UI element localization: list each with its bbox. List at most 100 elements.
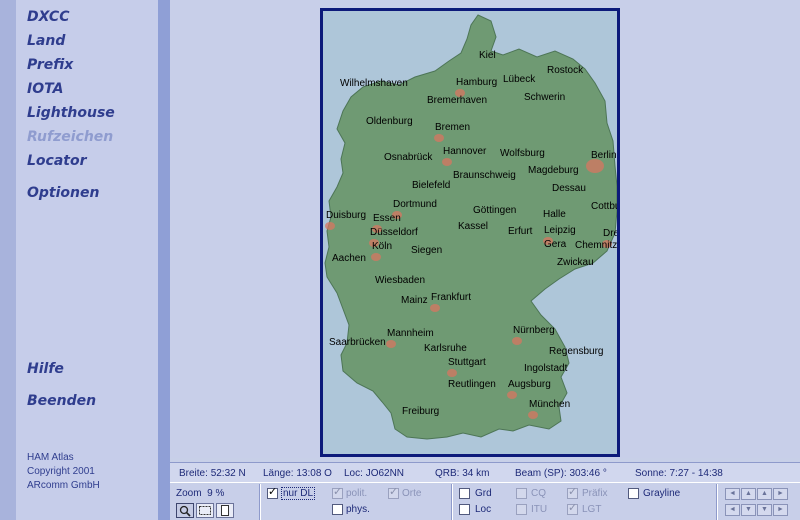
city-label: Essen (373, 213, 401, 224)
nav-dxcc[interactable]: DXCC (27, 9, 69, 25)
pan-right-button[interactable]: ► (773, 488, 788, 500)
pan-left-far-button[interactable]: ◄ (725, 504, 740, 516)
itu-label: ITU (531, 504, 548, 515)
nav-locator[interactable]: Locator (27, 153, 87, 169)
grayline-label[interactable]: Grayline (643, 488, 680, 499)
city-label: Nürnberg (513, 325, 555, 336)
city-label: Aachen (332, 253, 366, 264)
zoom-full-button[interactable] (216, 503, 234, 518)
nav-land[interactable]: Land (27, 33, 65, 49)
city-label: Bielefeld (412, 180, 450, 191)
city-label: Hannover (443, 146, 487, 157)
city-label: Cottbus (591, 201, 617, 212)
city-label: Göttingen (473, 205, 516, 216)
city-label: Braunschweig (453, 170, 516, 181)
city-label: Dortmund (393, 199, 437, 210)
status-bar: Breite: 52:32 N Länge: 13:08 O Loc: JO62… (170, 462, 800, 483)
city-label: Mainz (401, 295, 428, 306)
city-label: Köln (372, 241, 392, 252)
city-label: Leipzig (544, 225, 576, 236)
pan-up-far-button[interactable]: ▲ (757, 488, 772, 500)
urban-area (430, 304, 440, 312)
city-label: Bremerhaven (427, 95, 487, 106)
urban-area (528, 411, 538, 419)
city-label: Erfurt (508, 226, 533, 237)
city-label: München (529, 399, 570, 410)
footer-copyright: Copyright 2001 (27, 466, 95, 477)
pan-down-far-button[interactable]: ▼ (757, 504, 772, 516)
status-sun: Sonne: 7:27 - 14:38 (635, 468, 723, 479)
nur-dl-checkbox[interactable]: ✓ (267, 486, 278, 499)
city-label: Magdeburg (528, 165, 579, 176)
polit-checkbox: ✓ (332, 486, 343, 499)
city-label: Chemnitz (575, 240, 617, 251)
grd-label[interactable]: Grd (475, 488, 492, 499)
city-label: Oldenburg (366, 116, 413, 127)
city-label: Halle (543, 209, 566, 220)
footer-company: ARcomm GmbH (27, 480, 100, 491)
city-label: Karlsruhe (424, 343, 467, 354)
control-divider (452, 484, 453, 520)
select-area-icon (199, 506, 211, 515)
city-label: Kiel (479, 50, 496, 61)
urban-area (586, 159, 604, 173)
prefix-label: Präfix (582, 488, 608, 499)
map-controls: Zoom 9 % ✓ nur DL ✓ polit. ✓ Orte phys. … (170, 484, 800, 520)
loc-label[interactable]: Loc (475, 504, 491, 515)
magnifier-icon (179, 505, 191, 517)
status-beam: Beam (SP): 303:46 ° (515, 468, 607, 479)
polit-label: polit. (346, 488, 368, 499)
nav-hilfe[interactable]: Hilfe (27, 361, 64, 377)
urban-area (447, 369, 457, 377)
nav-lighthouse[interactable]: Lighthouse (27, 105, 115, 121)
urban-area (442, 158, 452, 166)
pan-left-button[interactable]: ◄ (725, 488, 740, 500)
zoom-magnifier-button[interactable] (176, 503, 194, 518)
phys-checkbox[interactable] (332, 504, 343, 515)
itu-checkbox (516, 504, 527, 515)
map-area: Kiel Rostock Lübeck Hamburg Wilhelmshaven Bre… (170, 0, 800, 458)
zoom-value: 9 % (207, 488, 225, 499)
phys-label[interactable]: phys. (346, 504, 370, 515)
urban-area (434, 134, 444, 142)
nur-dl-label[interactable]: nur DL (280, 487, 316, 500)
city-label: Saarbrücken (329, 337, 386, 348)
city-label: Siegen (411, 245, 442, 256)
city-label: Stuttgart (448, 357, 486, 368)
nav-prefix[interactable]: Prefix (27, 57, 73, 73)
pan-down-button[interactable]: ▼ (741, 504, 756, 516)
pan-up-button[interactable]: ▲ (741, 488, 756, 500)
city-label: Ingolstadt (524, 363, 568, 374)
map-frame[interactable]: Kiel Rostock Lübeck Hamburg Wilhelmshaven Bre… (320, 8, 620, 457)
city-label: Regensburg (549, 346, 603, 357)
control-divider (260, 484, 261, 520)
page-icon (221, 505, 229, 516)
city-label: Düsseldorf (370, 227, 418, 238)
urban-area (512, 337, 522, 345)
city-label: Reutlingen (448, 379, 496, 390)
zoom-area-button[interactable] (196, 503, 214, 518)
germany-map[interactable]: Kiel Rostock Lübeck Hamburg Wilhelmshaven Bre… (323, 11, 617, 454)
sidebar-edge (0, 0, 16, 520)
city-label: Frankfurt (431, 292, 471, 303)
control-divider (717, 484, 718, 520)
nav-rufzeichen: Rufzeichen (27, 129, 114, 145)
sidebar: DXCC Land Prefix IOTA Lighthouse Rufzeic… (0, 0, 170, 520)
city-label: Berlin (591, 150, 617, 161)
city-label: Duisburg (326, 210, 366, 221)
urban-area (386, 340, 396, 348)
city-label: Wilhelmshaven (340, 78, 408, 89)
nav-iota[interactable]: IOTA (27, 81, 63, 97)
pan-right-far-button[interactable]: ► (773, 504, 788, 516)
grayline-checkbox[interactable] (628, 488, 639, 499)
urban-area (507, 391, 517, 399)
city-label: Osnabrück (384, 152, 433, 163)
nav-optionen[interactable]: Optionen (27, 185, 99, 201)
city-label: Dresden (603, 228, 617, 239)
nav-beenden[interactable]: Beenden (27, 393, 96, 409)
city-label: Gera (544, 239, 567, 250)
cq-label: CQ (531, 488, 546, 499)
city-label: Schwerin (524, 92, 565, 103)
loc-checkbox[interactable] (459, 504, 470, 515)
grd-checkbox[interactable] (459, 488, 470, 499)
